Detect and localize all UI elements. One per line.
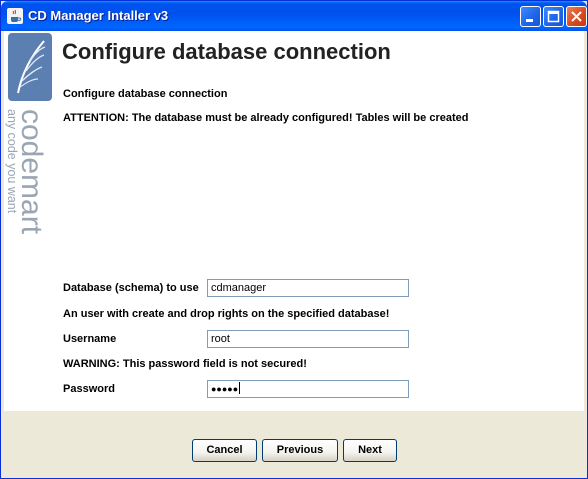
minimize-button[interactable] bbox=[520, 6, 541, 27]
minimize-icon bbox=[526, 19, 533, 22]
page-title: Configure database connection bbox=[62, 39, 391, 64]
text-caret bbox=[239, 382, 241, 394]
wizard-content: codemart any code you want Configure dat… bbox=[4, 31, 584, 477]
user-rights-note: An user with create and drop rights on t… bbox=[63, 308, 390, 320]
cancel-button[interactable]: Cancel bbox=[192, 439, 257, 462]
page-subtitle: Configure database connection bbox=[63, 88, 228, 100]
feather-logo-icon bbox=[8, 33, 52, 101]
username-label: Username bbox=[63, 333, 117, 345]
window-title: CD Manager Intaller v3 bbox=[28, 8, 169, 23]
maximize-icon bbox=[547, 10, 560, 23]
java-cup-icon bbox=[7, 8, 23, 24]
title-bar[interactable]: CD Manager Intaller v3 bbox=[1, 1, 587, 31]
tagline-text: any code you want bbox=[5, 109, 19, 214]
codemart-wordmark: codemart any code you want bbox=[5, 109, 48, 235]
database-input[interactable]: cdmanager bbox=[207, 279, 409, 297]
password-mask: ●●●●● bbox=[211, 384, 239, 394]
attention-note: ATTENTION: The database must be already … bbox=[63, 112, 469, 124]
username-input[interactable]: root bbox=[207, 330, 409, 348]
next-button[interactable]: Next bbox=[343, 439, 397, 462]
button-bar: Cancel Previous Next bbox=[4, 411, 584, 477]
password-label: Password bbox=[63, 383, 115, 395]
close-button[interactable] bbox=[566, 6, 587, 27]
password-input[interactable]: ●●●●● bbox=[207, 380, 409, 398]
database-label: Database (schema) to use bbox=[63, 282, 199, 294]
password-warning: WARNING: This password field is not secu… bbox=[63, 358, 307, 370]
installer-window: CD Manager Intaller v3 codemart any code… bbox=[0, 0, 588, 479]
codemart-logo: codemart any code you want bbox=[4, 31, 56, 301]
close-icon bbox=[571, 11, 582, 22]
maximize-button[interactable] bbox=[543, 6, 564, 27]
previous-button[interactable]: Previous bbox=[262, 439, 338, 462]
